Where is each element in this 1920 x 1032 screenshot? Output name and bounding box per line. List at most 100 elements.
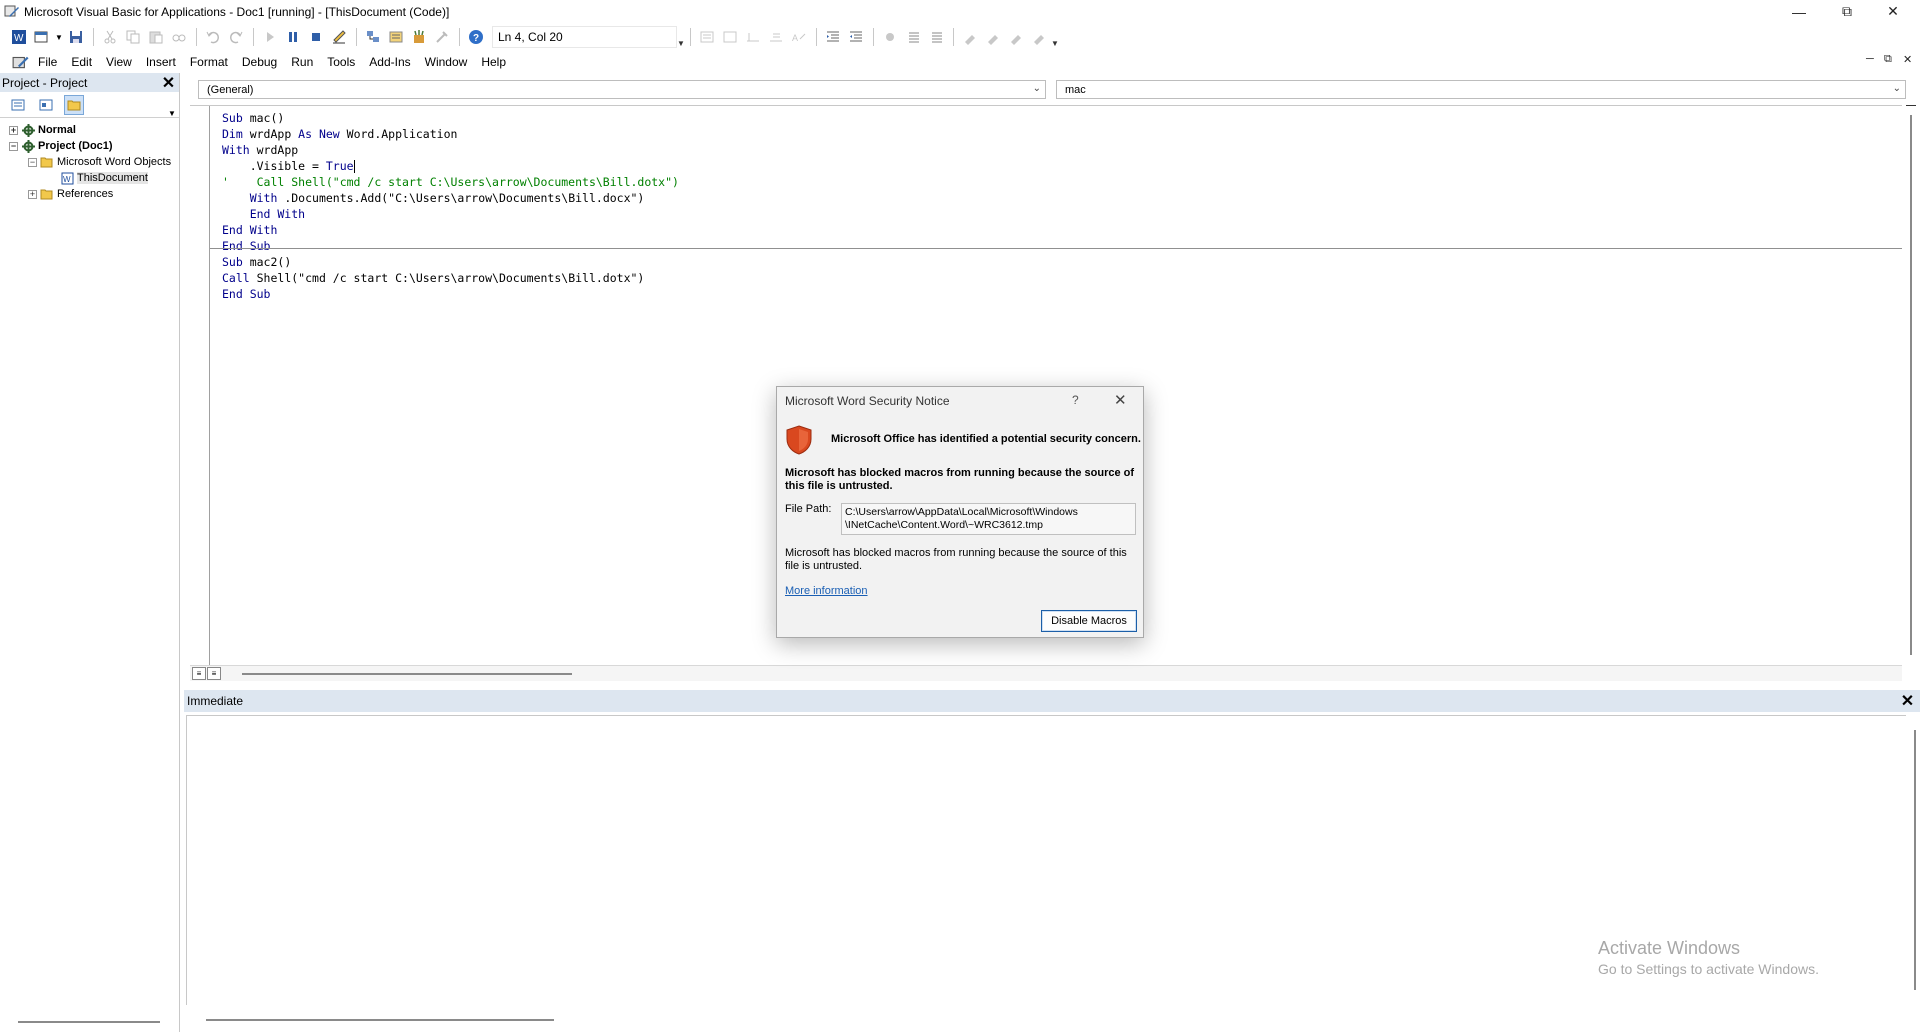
object-browser-button[interactable] (408, 26, 430, 48)
menu-format[interactable]: Format (190, 55, 228, 69)
tree-node-references[interactable]: + References (0, 186, 179, 202)
object-browser-icon (414, 30, 424, 43)
next-bookmark-button[interactable] (982, 26, 1004, 48)
complete-word-button[interactable]: A (788, 26, 810, 48)
more-information-link[interactable]: More information (785, 585, 868, 597)
code-margin[interactable] (190, 106, 210, 666)
insert-userform-button[interactable] (31, 26, 53, 48)
standard-toolbar: W ▼ ? Ln 4, Col 20 ▼ A ▼ (0, 24, 1920, 50)
userform-dropdown-arrow[interactable]: ▼ (54, 26, 64, 48)
project-explorer-close-button[interactable]: ✕ (160, 74, 177, 92)
collapse-icon[interactable]: − (28, 157, 37, 167)
copy-icon (126, 30, 140, 44)
uncomment-block-button[interactable] (925, 26, 947, 48)
project-explorer-scroll-arrow[interactable]: ▼ (165, 92, 179, 118)
tree-node-project-doc1[interactable]: − Project (Doc1) (0, 138, 179, 154)
dialog-help-button[interactable]: ? (1072, 393, 1079, 407)
find-button[interactable] (168, 26, 190, 48)
menu-help[interactable]: Help (481, 55, 506, 69)
menu-add-ins[interactable]: Add-Ins (369, 55, 410, 69)
chevron-down-icon[interactable]: ⌄ (1893, 83, 1901, 94)
mdi-restore-button[interactable]: ⧉ (1884, 53, 1892, 66)
project-explorer-button[interactable] (362, 26, 384, 48)
immediate-hscrollbar[interactable] (206, 1019, 554, 1021)
menu-tools[interactable]: Tools (327, 55, 355, 69)
menu-view[interactable]: View (106, 55, 132, 69)
redo-button[interactable] (225, 26, 247, 48)
immediate-vscrollbar[interactable] (1914, 730, 1916, 990)
help-button[interactable]: ? (465, 26, 487, 48)
comment-block-button[interactable] (902, 26, 924, 48)
cut-button[interactable] (99, 26, 121, 48)
menu-debug[interactable]: Debug (242, 55, 277, 69)
code-vscrollbar-thumb[interactable] (1910, 115, 1912, 655)
undo-button[interactable] (202, 26, 224, 48)
play-icon (267, 32, 274, 42)
menu-run[interactable]: Run (291, 55, 313, 69)
word-view-button[interactable]: W (8, 26, 30, 48)
restore-button[interactable]: ⧉ (1824, 0, 1870, 23)
procedure-view-button[interactable]: ≡ (192, 667, 206, 680)
file-path-field[interactable]: C:\Users\arrow\AppData\Local\Microsoft\W… (841, 503, 1136, 535)
view-object-button[interactable] (36, 95, 56, 115)
copy-button[interactable] (122, 26, 144, 48)
undo-icon (206, 31, 220, 44)
toolbar-separator (873, 28, 874, 46)
minimize-button[interactable]: — (1776, 0, 1822, 23)
run-button[interactable] (259, 26, 281, 48)
menu-edit[interactable]: Edit (71, 55, 92, 69)
code-hscrollbar[interactable] (242, 673, 572, 675)
system-menu-icon[interactable] (12, 53, 30, 71)
menu-window[interactable]: Window (425, 55, 468, 69)
chevron-down-icon[interactable]: ⌄ (1033, 83, 1041, 94)
indent-button[interactable] (822, 26, 844, 48)
menu-insert[interactable]: Insert (146, 55, 176, 69)
mdi-close-button[interactable]: ✕ (1903, 53, 1912, 66)
design-mode-icon (333, 30, 346, 44)
code-vscrollbar[interactable] (1902, 105, 1920, 675)
toggle-bookmark-button[interactable] (959, 26, 981, 48)
toolbar-overflow-grip[interactable]: ▼ (677, 26, 685, 48)
dialog-close-button[interactable]: ✕ (1114, 391, 1127, 409)
toggle-breakpoint-button[interactable] (879, 26, 901, 48)
close-window-button[interactable]: ✕ (1870, 0, 1916, 23)
properties-window-button[interactable] (385, 26, 407, 48)
code-keyword: Sub (222, 111, 243, 125)
full-module-view-button[interactable]: ≡ (207, 667, 221, 680)
view-code-button[interactable] (8, 95, 28, 115)
clear-bookmarks-button[interactable] (1028, 26, 1050, 48)
expand-icon[interactable]: + (28, 189, 37, 199)
outdent-button[interactable] (845, 26, 867, 48)
vba-project-icon (21, 123, 35, 137)
immediate-close-button[interactable]: ✕ (1899, 692, 1916, 710)
paste-button[interactable] (145, 26, 167, 48)
project-explorer-hscrollbar[interactable] (18, 1021, 160, 1023)
parameter-info-button[interactable] (765, 26, 787, 48)
vba-project-icon (21, 139, 35, 153)
mdi-minimize-button[interactable]: ─ (1866, 53, 1874, 65)
folder-open-icon (40, 155, 54, 169)
edit-list-properties-button[interactable] (696, 26, 718, 48)
toolbox-button[interactable] (431, 26, 453, 48)
tree-node-thisdocument[interactable]: W ThisDocument (0, 170, 179, 186)
tree-node-word-objects[interactable]: − Microsoft Word Objects (0, 154, 179, 170)
disable-macros-button[interactable]: Disable Macros (1041, 610, 1137, 632)
toolbar-overflow-grip-2[interactable]: ▼ (1051, 26, 1059, 48)
reset-button[interactable] (305, 26, 327, 48)
code-keyword: As New (298, 127, 340, 141)
quick-info-button[interactable] (742, 26, 764, 48)
project-tree: + Normal − Project (Doc1) − Microsoft Wo… (0, 118, 179, 202)
procedure-combobox[interactable]: mac ⌄ (1056, 80, 1906, 99)
toolbar-separator (196, 28, 197, 46)
menu-file[interactable]: File (38, 55, 57, 69)
toggle-folders-button[interactable] (64, 94, 84, 115)
break-button[interactable] (282, 26, 304, 48)
list-constants-button[interactable] (719, 26, 741, 48)
save-button[interactable] (65, 26, 87, 48)
tree-node-normal[interactable]: + Normal (0, 122, 179, 138)
previous-bookmark-button[interactable] (1005, 26, 1027, 48)
expand-icon[interactable]: + (9, 125, 18, 135)
design-mode-button[interactable] (328, 26, 350, 48)
collapse-icon[interactable]: − (9, 141, 18, 151)
object-combobox[interactable]: (General) ⌄ (198, 80, 1046, 99)
